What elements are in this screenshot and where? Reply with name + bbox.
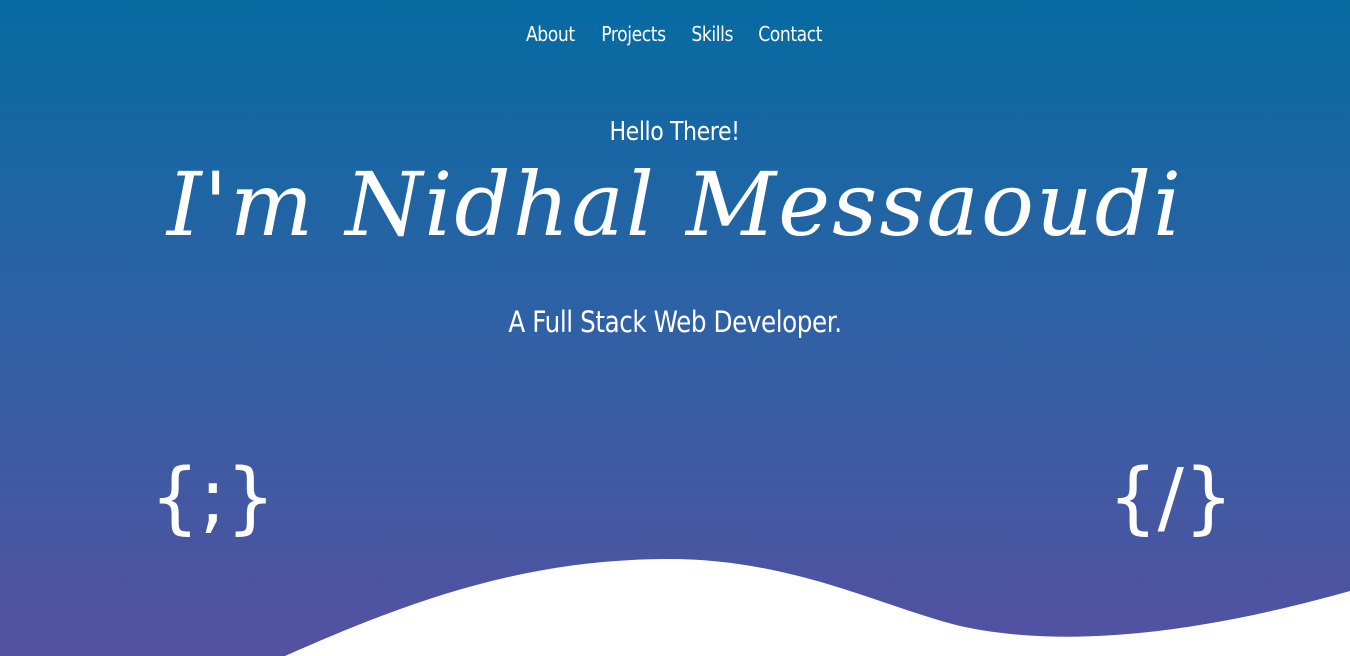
wave-shape xyxy=(285,558,1350,656)
hero-section: About Projects Skills Contact Hello Ther… xyxy=(0,0,1350,656)
nav-link-contact[interactable]: Contact xyxy=(758,18,822,50)
main-nav: About Projects Skills Contact xyxy=(0,18,1350,50)
hero-greeting: Hello There! xyxy=(0,114,1350,150)
nav-link-skills[interactable]: Skills xyxy=(691,18,733,50)
hero-tagline-text: A Full Stack Web Developer. xyxy=(508,305,842,339)
code-slash-icon: {/} xyxy=(1108,453,1234,543)
code-semicolon-icon: {;} xyxy=(150,453,276,543)
hero-tagline: A Full Stack Web Developer. xyxy=(0,302,1350,342)
nav-link-projects[interactable]: Projects xyxy=(601,18,666,50)
nav-link-about[interactable]: About xyxy=(526,18,575,50)
hero-name: I'm Nidhal Messaoudi xyxy=(166,153,1184,256)
wave-divider xyxy=(285,558,1350,656)
hero-greeting-text: Hello There! xyxy=(609,117,741,147)
